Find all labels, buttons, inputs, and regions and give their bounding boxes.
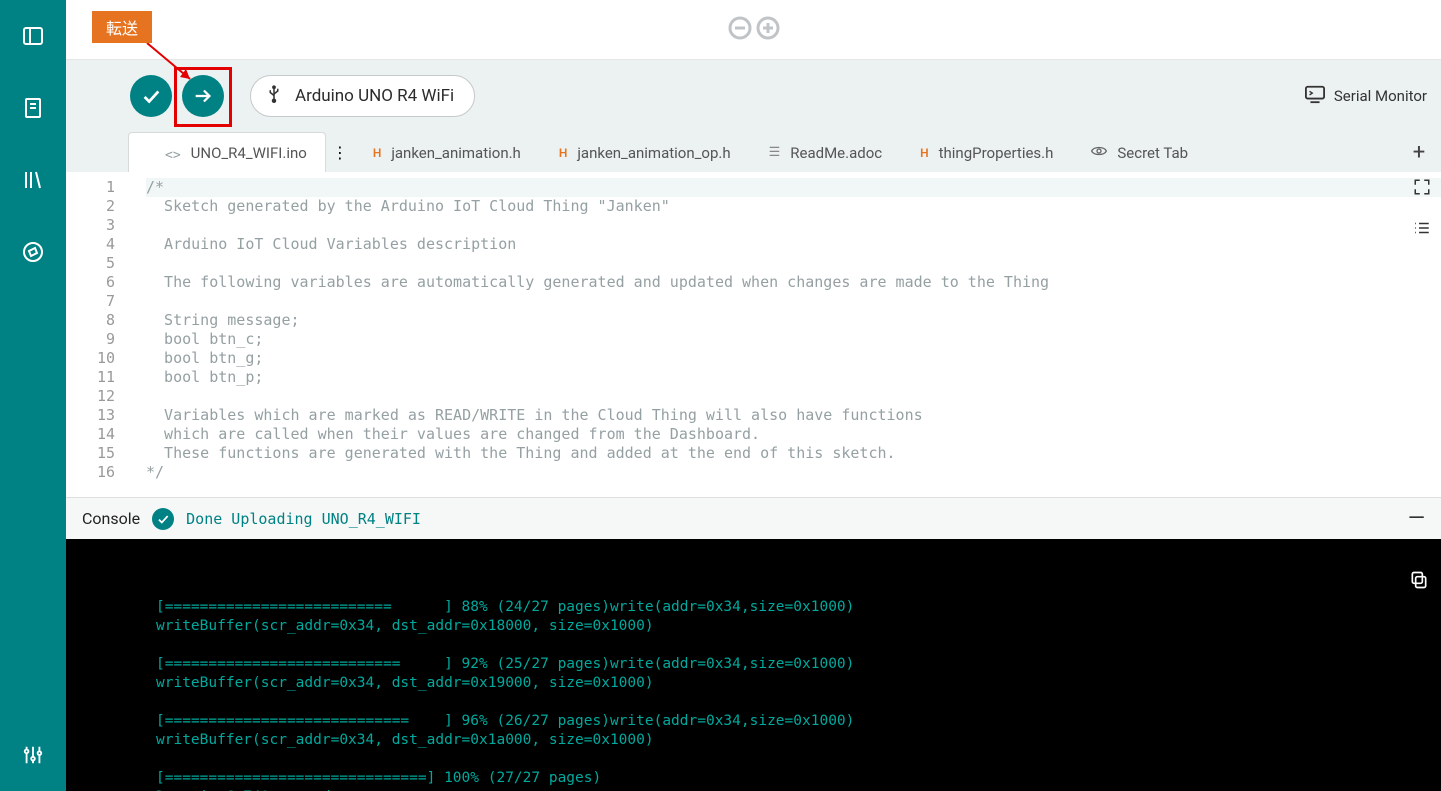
annotation-callout: 転送	[92, 11, 152, 43]
list-icon[interactable]	[1413, 219, 1431, 242]
left-sidebar	[0, 0, 66, 791]
sidebar-toggle-icon[interactable]	[17, 20, 49, 52]
tab-janken-animation[interactable]: H janken_animation.h	[354, 132, 540, 172]
code-content: /* Sketch generated by the Arduino IoT C…	[128, 172, 1441, 497]
tab-main-ino[interactable]: <> UNO_R4_WIFI.ino	[128, 132, 326, 172]
annotation-arrow	[142, 41, 202, 91]
monitor-icon	[1304, 84, 1326, 108]
console-header: Console Done Uploading UNO_R4_WIFI —	[66, 497, 1441, 539]
eye-icon	[1091, 145, 1107, 161]
fullscreen-icon[interactable]	[1413, 178, 1431, 201]
file-tabbar: <> UNO_R4_WIFI.ino ⋮ H janken_animation.…	[66, 132, 1441, 172]
tab-janken-animation-op[interactable]: H janken_animation_op.h	[540, 132, 750, 172]
add-tab-button[interactable]: +	[1397, 132, 1441, 172]
arduino-logo-icon	[727, 15, 781, 45]
console-collapse-button[interactable]: —	[1408, 506, 1425, 531]
code-editor[interactable]: 12345678910111213141516 /* Sketch genera…	[66, 172, 1441, 497]
h-icon: H	[373, 146, 382, 160]
status-check-icon	[152, 508, 174, 530]
board-selector[interactable]: Arduino UNO R4 WiFi	[250, 75, 475, 117]
tab-label: UNO_R4_WIFI.ino	[191, 144, 307, 162]
copy-icon[interactable]	[1322, 551, 1429, 615]
tab-label: Secret Tab	[1117, 144, 1188, 162]
usb-icon	[265, 85, 283, 108]
library-icon[interactable]	[17, 164, 49, 196]
h-icon: H	[559, 146, 568, 160]
settings-sliders-icon[interactable]	[17, 739, 49, 771]
tab-secret[interactable]: Secret Tab	[1072, 132, 1207, 172]
board-name: Arduino UNO R4 WiFi	[295, 86, 454, 106]
line-gutter: 12345678910111213141516	[66, 172, 128, 497]
sketchbook-icon[interactable]	[17, 92, 49, 124]
h-icon: H	[920, 146, 929, 160]
doc-icon: ☰	[769, 145, 781, 160]
tab-label: janken_animation_op.h	[577, 144, 730, 162]
tab-label: janken_animation.h	[391, 144, 521, 162]
console-label: Console	[82, 509, 140, 528]
tab-readme[interactable]: ☰ ReadMe.adoc	[750, 132, 902, 172]
serial-monitor-button[interactable]: Serial Monitor	[1304, 84, 1427, 108]
console-status: Done Uploading UNO_R4_WIFI	[186, 510, 421, 528]
tab-thing-properties[interactable]: H thingProperties.h	[901, 132, 1072, 172]
code-icon: <>	[147, 142, 181, 163]
serial-monitor-label: Serial Monitor	[1334, 87, 1427, 105]
tab-menu-button[interactable]: ⋮	[326, 132, 354, 172]
toolbar: Arduino UNO R4 WiFi Serial Monitor	[66, 60, 1441, 132]
explore-icon[interactable]	[17, 236, 49, 268]
tab-label: thingProperties.h	[939, 144, 1054, 162]
tab-label: ReadMe.adoc	[790, 144, 882, 162]
console-output[interactable]: [========================== ] 88% (24/27…	[66, 539, 1441, 791]
top-header: FI ▾	[66, 0, 1441, 60]
